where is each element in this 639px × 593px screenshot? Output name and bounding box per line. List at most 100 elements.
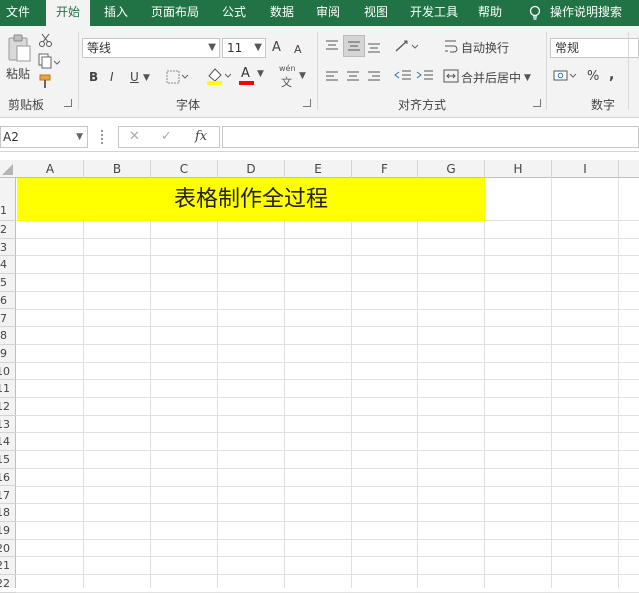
merged-title-cell[interactable]: 表格制作全过程 — [17, 178, 485, 221]
formula-input[interactable] — [222, 126, 639, 148]
align-top-icon[interactable] — [324, 38, 340, 57]
tab-developer[interactable]: 开发工具 — [404, 0, 464, 26]
bold-button[interactable]: B — [89, 69, 98, 85]
increase-indent-icon[interactable] — [416, 69, 434, 86]
align-center-icon[interactable] — [345, 70, 361, 87]
number-format-select[interactable]: 常规 — [550, 38, 639, 58]
row-header[interactable]: 1 — [0, 178, 16, 221]
chevron-down-icon: ▼ — [254, 42, 262, 53]
tab-file[interactable]: 文件 — [0, 0, 36, 26]
font-color-letter: A — [241, 66, 250, 81]
row-gridline — [16, 397, 639, 398]
group-separator — [546, 32, 547, 110]
row-header[interactable]: 3 — [0, 239, 16, 257]
column-gridline — [217, 178, 218, 588]
chevron-down-icon[interactable]: ▼ — [524, 73, 531, 83]
row-header[interactable]: 13 — [0, 416, 16, 434]
row-header[interactable]: 4 — [0, 256, 16, 275]
align-bottom-icon[interactable] — [366, 38, 382, 57]
cut-icon[interactable] — [38, 32, 54, 51]
row-header[interactable]: 20 — [0, 540, 16, 558]
row-header[interactable]: 22 — [0, 575, 16, 593]
name-box-value: A2 — [3, 130, 19, 144]
paste-icon[interactable] — [6, 34, 32, 65]
chevron-down-icon[interactable]: ▼ — [76, 127, 83, 147]
tab-home[interactable]: 开始 — [46, 0, 90, 26]
grow-font-button[interactable]: A — [272, 40, 281, 56]
name-box[interactable]: A2 ▼ — [0, 126, 88, 148]
font-size-select[interactable]: 11 ▼ — [222, 38, 266, 58]
row-header[interactable]: 8 — [0, 327, 16, 345]
formula-bar-grip[interactable] — [101, 130, 103, 144]
column-header[interactable]: C — [151, 160, 218, 178]
wrap-text-icon[interactable] — [444, 38, 458, 57]
column-header[interactable]: E — [285, 160, 352, 178]
row-header[interactable]: 15 — [0, 451, 16, 469]
row-header[interactable]: 10 — [0, 363, 16, 381]
row-gridline — [16, 308, 639, 310]
enter-icon[interactable]: ✓ — [161, 129, 172, 144]
fill-color-icon[interactable] — [206, 66, 232, 89]
tab-data[interactable]: 数据 — [262, 0, 302, 26]
insert-function-icon[interactable]: fx — [195, 129, 207, 144]
row-header[interactable]: 12 — [0, 398, 16, 416]
row-header[interactable]: 18 — [0, 504, 16, 522]
row-header[interactable]: 16 — [0, 469, 16, 487]
merge-center-icon[interactable] — [443, 68, 459, 87]
shrink-font-button[interactable]: A — [294, 42, 302, 58]
italic-button[interactable]: I — [110, 69, 114, 85]
cancel-icon[interactable]: ✕ — [129, 129, 140, 144]
paste-label[interactable]: 粘贴 — [6, 66, 30, 82]
tab-help[interactable]: 帮助 — [470, 0, 510, 26]
decrease-indent-icon[interactable] — [394, 69, 412, 86]
row-gridline — [16, 379, 639, 381]
row-header[interactable]: 11 — [0, 380, 16, 398]
select-all-corner[interactable] — [0, 160, 16, 178]
tab-insert[interactable]: 插入 — [96, 0, 136, 26]
tab-page-layout[interactable]: 页面布局 — [146, 0, 204, 26]
row-header[interactable]: 17 — [0, 487, 16, 505]
clipboard-launcher[interactable] — [64, 99, 72, 107]
chevron-down-icon[interactable]: ▼ — [143, 73, 150, 83]
alignment-launcher[interactable] — [533, 99, 541, 107]
align-middle-icon[interactable] — [343, 35, 365, 57]
borders-icon[interactable] — [166, 70, 190, 87]
copy-icon[interactable] — [38, 53, 61, 72]
column-header[interactable]: F — [352, 160, 418, 178]
font-name-select[interactable]: 等线 ▼ — [82, 38, 220, 58]
phonetic-button[interactable]: wén 文 ▼ — [278, 64, 308, 89]
row-header-bar: 12345678910111213141516171819202122 — [0, 178, 16, 593]
column-header[interactable]: B — [84, 160, 151, 178]
row-header[interactable]: 14 — [0, 433, 16, 452]
merge-center-button[interactable]: 合并后居中 — [461, 70, 521, 86]
align-left-icon[interactable] — [324, 70, 340, 87]
column-header[interactable]: G — [418, 160, 485, 178]
percent-button[interactable]: % — [587, 69, 599, 85]
column-gridline — [618, 178, 619, 588]
row-header[interactable]: 6 — [0, 292, 16, 310]
column-header[interactable]: H — [485, 160, 552, 178]
column-header[interactable]: D — [218, 160, 285, 178]
column-header[interactable]: A — [17, 160, 84, 178]
tab-formulas[interactable]: 公式 — [214, 0, 254, 26]
tell-me-search[interactable]: 操作说明搜索 — [550, 0, 630, 26]
row-header[interactable]: 21 — [0, 557, 16, 575]
align-right-icon[interactable] — [366, 70, 382, 87]
row-header[interactable]: 5 — [0, 274, 16, 292]
row-header[interactable]: 19 — [0, 522, 16, 540]
font-color-button[interactable]: A ▼ — [239, 66, 265, 86]
font-launcher[interactable] — [303, 99, 311, 107]
currency-icon[interactable] — [553, 68, 579, 87]
format-painter-icon[interactable] — [38, 74, 54, 93]
row-header[interactable]: 2 — [0, 221, 16, 239]
row-gridline — [16, 273, 639, 275]
row-header[interactable]: 7 — [0, 310, 16, 328]
column-header[interactable]: I — [552, 160, 619, 178]
tab-review[interactable]: 审阅 — [308, 0, 348, 26]
underline-button[interactable]: U — [130, 69, 139, 85]
orientation-icon[interactable] — [394, 38, 420, 57]
wrap-text-button[interactable]: 自动换行 — [461, 40, 509, 56]
tab-view[interactable]: 视图 — [356, 0, 396, 26]
comma-button[interactable]: , — [609, 67, 614, 83]
row-header[interactable]: 9 — [0, 345, 16, 363]
